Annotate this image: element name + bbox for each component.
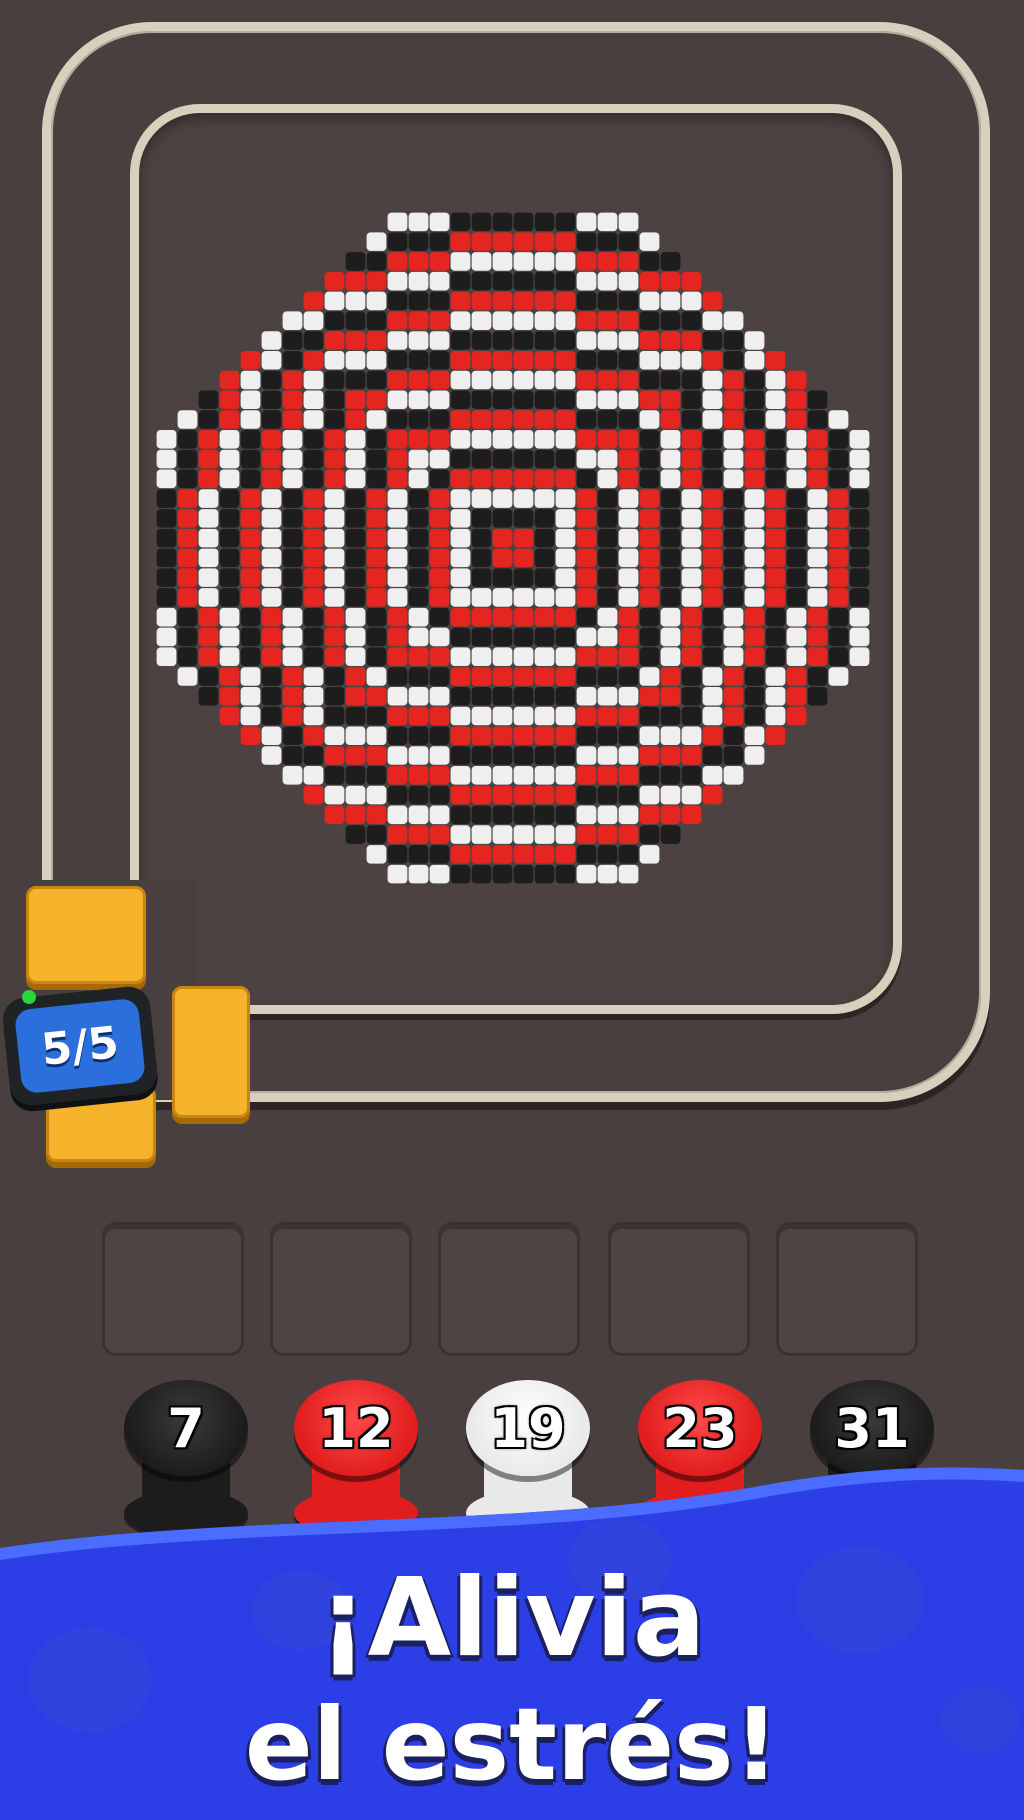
- promo-headline-line2: el estrés!: [244, 1686, 780, 1803]
- promo-headline-line1: ¡Alivia: [318, 1556, 706, 1681]
- promo-banner-wave: [0, 1467, 1024, 1820]
